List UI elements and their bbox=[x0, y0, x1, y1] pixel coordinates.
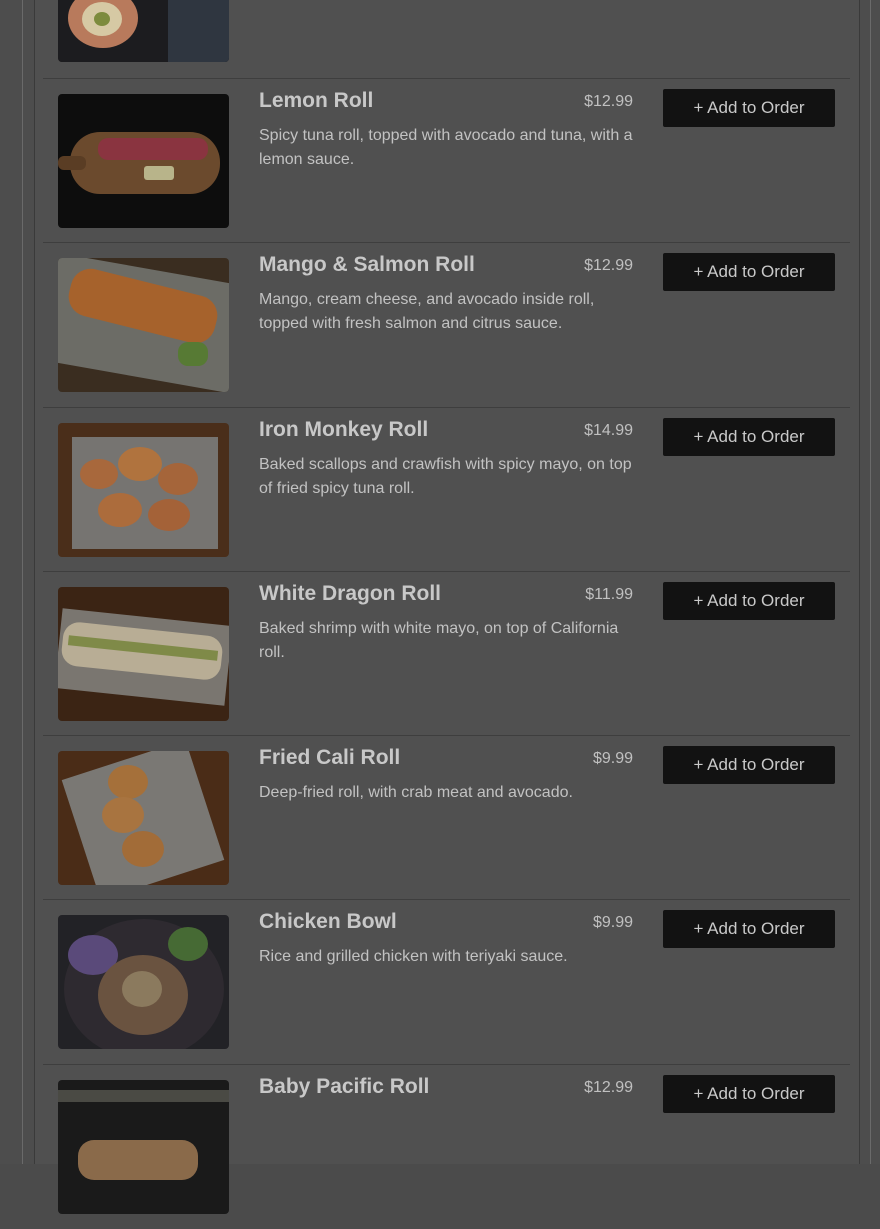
add-to-order-button[interactable]: + Add to Order bbox=[663, 89, 835, 127]
menu-item-title: Lemon Roll bbox=[259, 89, 374, 112]
menu-item-description: Deep-fried roll, with crab meat and avoc… bbox=[259, 784, 573, 801]
menu-item-photo[interactable] bbox=[58, 423, 229, 557]
menu-item-row: Lemon Roll $12.99 Spicy tuna roll, toppe… bbox=[43, 78, 850, 243]
menu-item-photo[interactable] bbox=[58, 587, 229, 721]
menu-item-description: Mango, cream cheese, and avocado inside … bbox=[259, 291, 595, 332]
menu-item-row: Fried Cali Roll $9.99 Deep-fried roll, w… bbox=[43, 735, 850, 900]
menu-item-price: $11.99 bbox=[585, 586, 633, 603]
menu-item-row: Iron Monkey Roll $14.99 Baked scallops a… bbox=[43, 407, 850, 572]
menu-item-row: Baby Pacific Roll $12.99 + Add to Order bbox=[43, 1064, 850, 1229]
add-to-order-button[interactable]: + Add to Order bbox=[663, 1075, 835, 1113]
add-to-order-button[interactable]: + Add to Order bbox=[663, 582, 835, 620]
menu-item-row: Mango & Salmon Roll $12.99 Mango, cream … bbox=[43, 242, 850, 407]
add-to-order-button[interactable]: + Add to Order bbox=[663, 253, 835, 291]
menu-item-description: Baked scallops and crawfish with spicy m… bbox=[259, 456, 632, 497]
menu-item-price: $12.99 bbox=[584, 257, 633, 274]
menu-item-row: White Dragon Roll $11.99 Baked shrimp wi… bbox=[43, 571, 850, 736]
menu-item-price: $14.99 bbox=[584, 422, 633, 439]
menu-item-title: Chicken Bowl bbox=[259, 910, 397, 933]
menu-item-description: Baked shrimp with white mayo, on top of … bbox=[259, 620, 619, 661]
menu-item-photo[interactable] bbox=[58, 1080, 229, 1214]
menu-item-title: Fried Cali Roll bbox=[259, 746, 401, 769]
menu-item-photo[interactable] bbox=[58, 751, 229, 885]
menu-item-row: Chicken Bowl $9.99 Rice and grilled chic… bbox=[43, 899, 850, 1064]
menu-item-title: Baby Pacific Roll bbox=[259, 1075, 430, 1098]
add-to-order-button[interactable]: + Add to Order bbox=[663, 910, 835, 948]
menu-item-description: Spicy tuna roll, topped with avocado and… bbox=[259, 127, 633, 168]
menu-item-row bbox=[43, 0, 850, 77]
add-to-order-button[interactable]: + Add to Order bbox=[663, 746, 835, 784]
menu-item-price: $12.99 bbox=[584, 1079, 633, 1096]
add-to-order-button[interactable]: + Add to Order bbox=[663, 418, 835, 456]
menu-item-price: $9.99 bbox=[592, 914, 633, 931]
menu-item-photo[interactable] bbox=[58, 915, 229, 1049]
menu-item-title: White Dragon Roll bbox=[259, 582, 441, 605]
menu-item-photo[interactable] bbox=[58, 258, 229, 392]
menu-item-price: $12.99 bbox=[584, 93, 633, 110]
page-right-border bbox=[870, 0, 871, 1164]
menu-item-photo[interactable] bbox=[58, 94, 229, 228]
menu-item-photo bbox=[58, 0, 229, 62]
menu-item-title: Iron Monkey Roll bbox=[259, 418, 429, 441]
menu-item-description: Rice and grilled chicken with teriyaki s… bbox=[259, 948, 568, 965]
page-left-border bbox=[22, 0, 23, 1164]
menu-item-price: $9.99 bbox=[592, 750, 633, 767]
menu-item-title: Mango & Salmon Roll bbox=[259, 253, 475, 276]
